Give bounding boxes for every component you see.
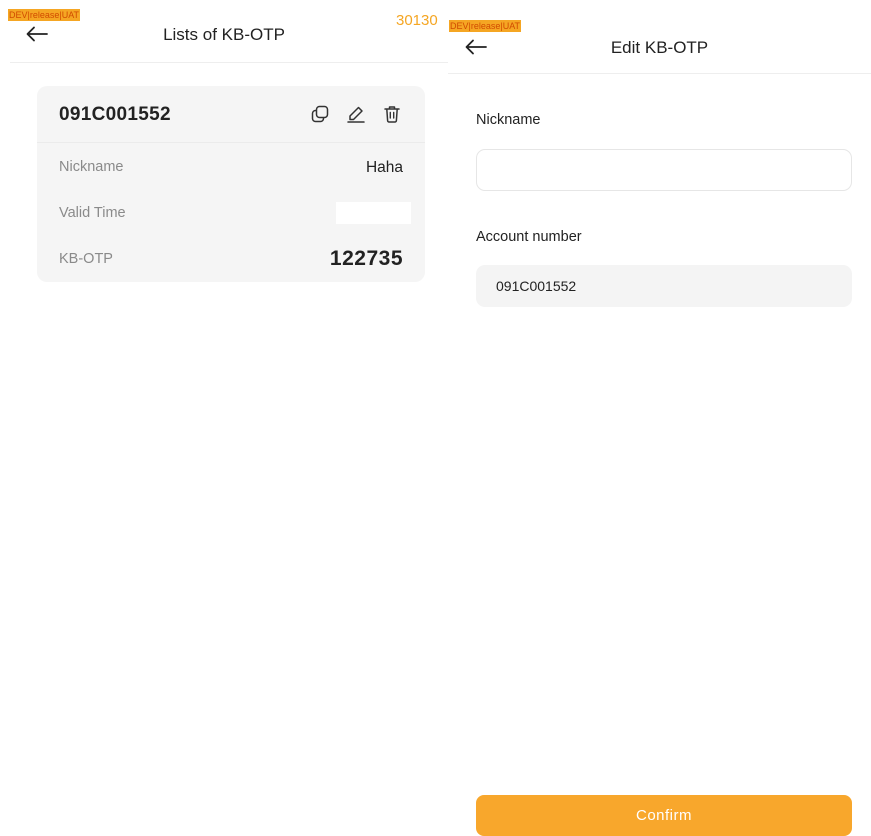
header-divider xyxy=(448,73,871,74)
edit-button[interactable] xyxy=(345,103,367,125)
card-row-otp: KB-OTP 122735 xyxy=(59,247,403,271)
confirm-button[interactable]: Confirm xyxy=(476,795,852,836)
account-number-label: Account number xyxy=(476,229,582,245)
nickname-input[interactable] xyxy=(476,149,852,191)
edit-otp-screen: DEV|release|UAT Edit KB-OTP Nickname Acc… xyxy=(448,0,871,836)
card-account-number: 091C001552 xyxy=(59,104,171,125)
header-divider xyxy=(10,62,448,63)
nickname-label: Nickname xyxy=(476,112,541,128)
row-label: Nickname xyxy=(59,159,124,175)
card-row-nickname: Nickname Haha xyxy=(59,155,403,179)
row-label: Valid Time xyxy=(59,205,126,221)
valid-time-value xyxy=(336,202,411,224)
account-number-field: 091C001552 xyxy=(476,265,852,307)
delete-icon xyxy=(384,106,400,123)
edit-icon xyxy=(347,106,365,123)
page-title: Lists of KB-OTP xyxy=(163,25,285,44)
otp-card: 091C001552 Nickname Haha Valid Time KB-O… xyxy=(37,86,425,282)
otp-list-screen: DEV|release|UAT 30130 Lists of KB-OTP 09… xyxy=(0,0,448,836)
otp-code: 122735 xyxy=(329,247,403,270)
header: Lists of KB-OTP xyxy=(0,0,448,63)
delete-button[interactable] xyxy=(381,103,403,125)
header: Edit KB-OTP xyxy=(448,0,871,74)
card-row-valid-time: Valid Time xyxy=(59,201,411,225)
nickname-value: Haha xyxy=(365,159,403,176)
copy-button[interactable] xyxy=(309,103,331,125)
card-actions xyxy=(309,103,403,125)
row-label: KB-OTP xyxy=(59,251,113,267)
copy-icon xyxy=(311,105,329,123)
card-header: 091C001552 xyxy=(37,86,425,143)
page-title: Edit KB-OTP xyxy=(610,38,709,57)
